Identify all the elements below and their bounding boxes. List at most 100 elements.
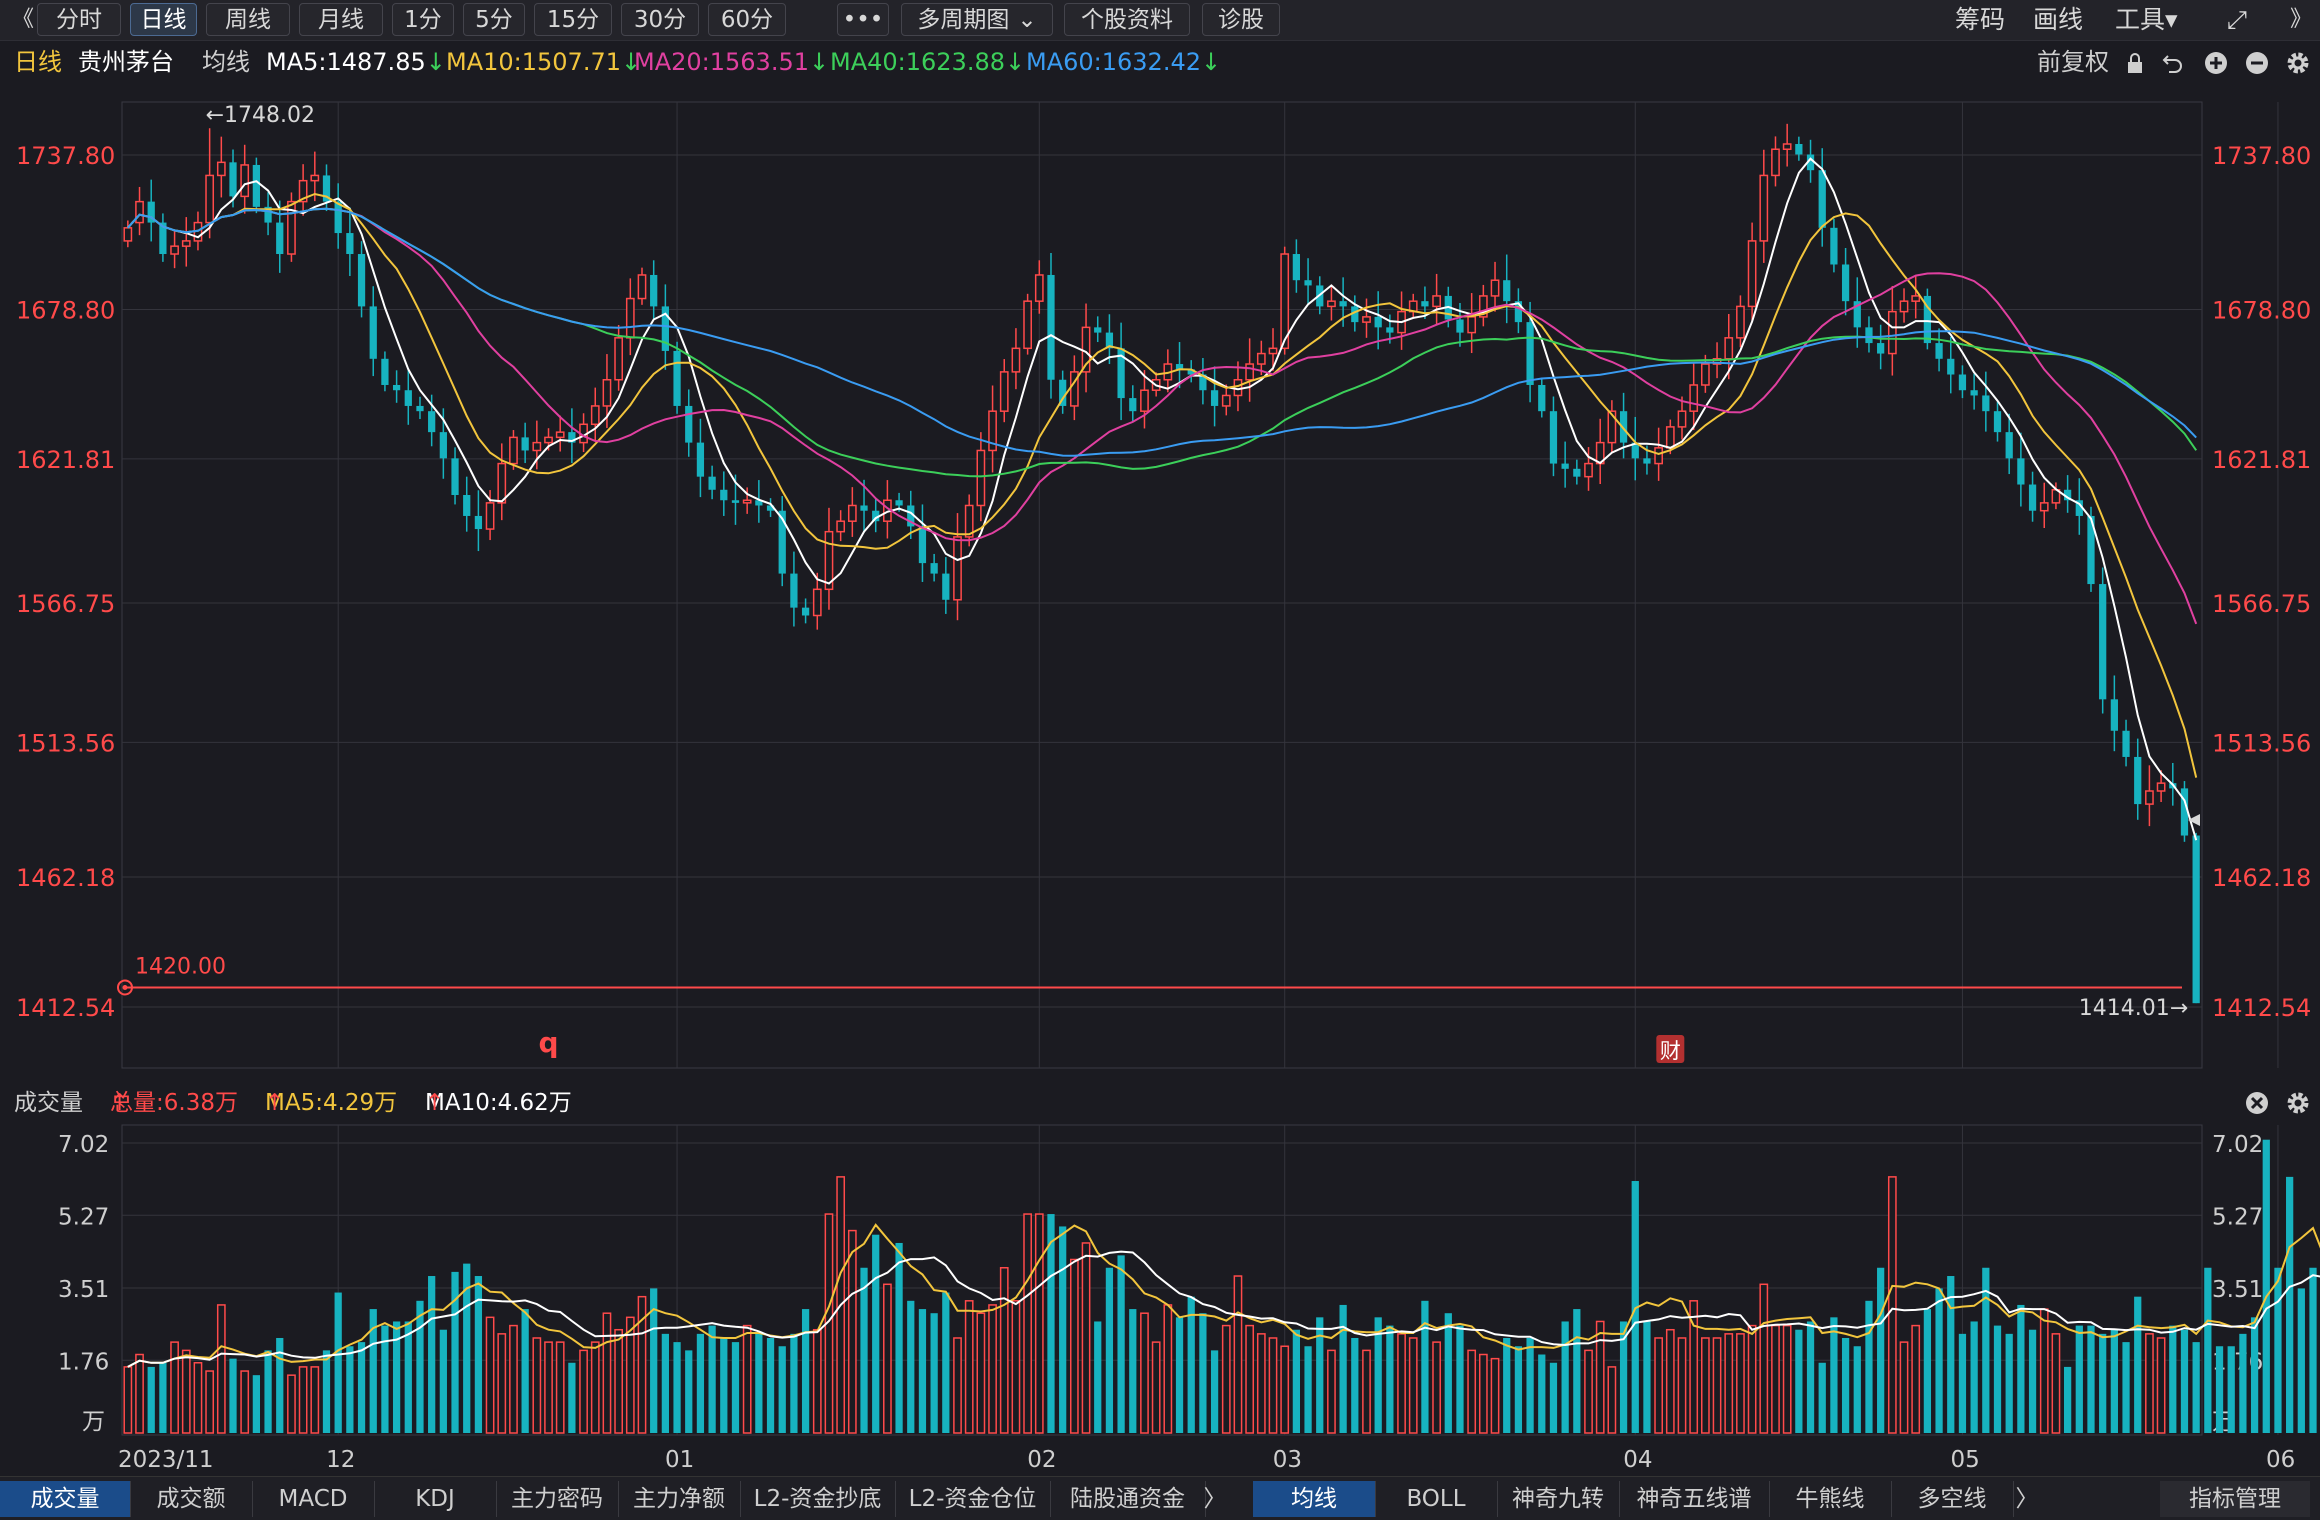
candle-body-up bbox=[1689, 384, 1699, 412]
candle-body-down bbox=[1958, 374, 1967, 391]
volume-bar-up bbox=[1268, 1337, 1278, 1434]
volume-bar-up bbox=[1256, 1333, 1266, 1434]
indicator-tab-2[interactable]: MACD bbox=[252, 1481, 375, 1517]
indicator-tab-8[interactable]: 陆股通资金 bbox=[1050, 1481, 1206, 1517]
event-marker[interactable]: q bbox=[538, 1026, 558, 1059]
main-chart-frame bbox=[121, 101, 2203, 1069]
price-tick-label-left: 1621.81 bbox=[16, 446, 115, 474]
volume-bar-up bbox=[2156, 1337, 2166, 1434]
candle-body-down bbox=[451, 458, 459, 496]
volume-tick-label-left: 1.76 bbox=[58, 1349, 109, 1375]
volume-bar-up bbox=[544, 1341, 553, 1434]
volume-bar-up bbox=[1712, 1337, 1722, 1434]
volume-bar-up bbox=[1011, 1300, 1021, 1434]
candle-body-down bbox=[930, 563, 938, 574]
tabs-scroll-right-button[interactable]: 〉 bbox=[1200, 1481, 1230, 1517]
volume-tick-label-left: 5.27 bbox=[58, 1204, 109, 1230]
month-label: 02 bbox=[1027, 1447, 1056, 1473]
volume-tick-label-right: 3.51 bbox=[2212, 1277, 2263, 1303]
volume-bar-up bbox=[1362, 1349, 1371, 1434]
volume-bar-down bbox=[2063, 1366, 2072, 1433]
kline-chart[interactable]: 1737.80 1737.80 1678.80 1678.80 1621.81 1621.… bbox=[0, 0, 2320, 1476]
indicator-tab-0[interactable]: 成交量 bbox=[0, 1481, 131, 1517]
volume-bar-down bbox=[1129, 1309, 1137, 1433]
candle-body-down bbox=[2110, 699, 2118, 731]
ma20-line bbox=[127, 207, 2198, 625]
volume-bar-down bbox=[755, 1333, 763, 1433]
overlay-tab-4[interactable]: 牛熊线 bbox=[1769, 1481, 1892, 1517]
volume-bar-down bbox=[1573, 1309, 1581, 1433]
month-label: 04 bbox=[1623, 1447, 1652, 1473]
volume-bar-down bbox=[2297, 1288, 2305, 1433]
candle-body-down bbox=[1841, 264, 1850, 302]
volume-bar-down bbox=[2075, 1325, 2083, 1433]
overlay-tab-3[interactable]: 神奇五线谱 bbox=[1619, 1481, 1770, 1517]
volume-bar-up bbox=[964, 1300, 974, 1434]
indicator-manage-button[interactable]: 指标管理 bbox=[2160, 1481, 2310, 1517]
indicator-tab-1[interactable]: 成交额 bbox=[130, 1481, 253, 1517]
volume-tick-label-right: 7.02 bbox=[2212, 1132, 2263, 1158]
volume-bar-up bbox=[1478, 1353, 1488, 1434]
indicator-tab-bar: 成交量 成交额 MACD KDJ 主力密码 主力净额 L2-资金抄底 L2-资金仓位 陆股通资金… bbox=[0, 1476, 2320, 1520]
volume-ma5-label: MA5:4.29万 bbox=[265, 1090, 398, 1116]
candle-body-down bbox=[1573, 468, 1581, 477]
volume-bar-up bbox=[310, 1366, 320, 1434]
candle-body-up bbox=[1140, 389, 1149, 412]
candle-body-up bbox=[590, 405, 600, 426]
month-label: 06 bbox=[2266, 1447, 2295, 1473]
candle-body-down bbox=[1374, 316, 1382, 328]
up-arrow-icon: ↑ bbox=[265, 1090, 285, 1116]
volume-bar-down bbox=[252, 1375, 261, 1433]
candle-body-down bbox=[1129, 398, 1137, 412]
tabs-scroll-right-button-2[interactable]: 〉 bbox=[2012, 1481, 2042, 1517]
candle-body-down bbox=[1935, 343, 1943, 359]
volume-bar-down bbox=[264, 1350, 272, 1433]
price-tick-label-right: 1621.81 bbox=[2212, 446, 2311, 474]
candle-body-up bbox=[1245, 363, 1255, 381]
candle-body-up bbox=[1233, 378, 1243, 397]
volume-bar-down bbox=[1830, 1317, 1838, 1433]
month-label: 2023/11 bbox=[118, 1447, 214, 1473]
volume-bar-down bbox=[2215, 1346, 2224, 1433]
candle-body-down bbox=[521, 437, 529, 451]
overlay-tab-0[interactable]: 均线 bbox=[1253, 1481, 1376, 1517]
candle-body-down bbox=[2028, 484, 2037, 511]
indicator-tab-7[interactable]: L2-资金仓位 bbox=[895, 1481, 1051, 1517]
volume-bar-down bbox=[2087, 1325, 2095, 1433]
candle-body-up bbox=[847, 504, 857, 522]
candle-body-down bbox=[2134, 756, 2142, 805]
candle-body-up bbox=[1654, 447, 1664, 465]
finance-report-marker[interactable]: 财 bbox=[1660, 1039, 1681, 1063]
volume-bar-down bbox=[685, 1350, 693, 1433]
candle-body-up bbox=[240, 164, 250, 198]
candle-body-up bbox=[976, 449, 986, 507]
volume-bar-down bbox=[1175, 1317, 1184, 1433]
candle-body-down bbox=[1503, 280, 1511, 302]
volume-bar-down bbox=[2017, 1304, 2025, 1433]
volume-bar-down bbox=[1094, 1321, 1102, 1433]
volume-bar-up bbox=[240, 1370, 250, 1434]
indicator-tab-6[interactable]: L2-资金抄底 bbox=[740, 1481, 896, 1517]
candle-body-down bbox=[2017, 458, 2025, 485]
overlay-tab-1[interactable]: BOLL bbox=[1375, 1481, 1498, 1517]
volume-bar-up bbox=[1081, 1242, 1091, 1434]
candle-body-up bbox=[812, 588, 822, 617]
gear-icon[interactable] bbox=[2285, 1083, 2311, 1123]
indicator-tab-5[interactable]: 主力净额 bbox=[618, 1481, 741, 1517]
volume-bar-up bbox=[2039, 1308, 2049, 1434]
overlay-tab-5[interactable]: 多空线 bbox=[1891, 1481, 2014, 1517]
volume-bar-down bbox=[2005, 1333, 2013, 1433]
candle-body-up bbox=[1221, 394, 1231, 407]
volume-bar-down bbox=[708, 1325, 716, 1433]
candle-body-up bbox=[625, 297, 635, 339]
candle-body-down bbox=[1818, 170, 1826, 228]
overlay-tab-2[interactable]: 神奇九转 bbox=[1497, 1481, 1620, 1517]
candle-body-up bbox=[1782, 143, 1792, 150]
indicator-tab-3[interactable]: KDJ bbox=[374, 1481, 497, 1517]
indicator-tab-4[interactable]: 主力密码 bbox=[496, 1481, 619, 1517]
candle-body-up bbox=[1011, 347, 1021, 373]
volume-bar-up bbox=[1887, 1176, 1897, 1434]
volume-bar-up bbox=[1408, 1337, 1418, 1434]
close-icon[interactable] bbox=[2244, 1083, 2270, 1123]
volume-bar-down bbox=[720, 1337, 728, 1433]
